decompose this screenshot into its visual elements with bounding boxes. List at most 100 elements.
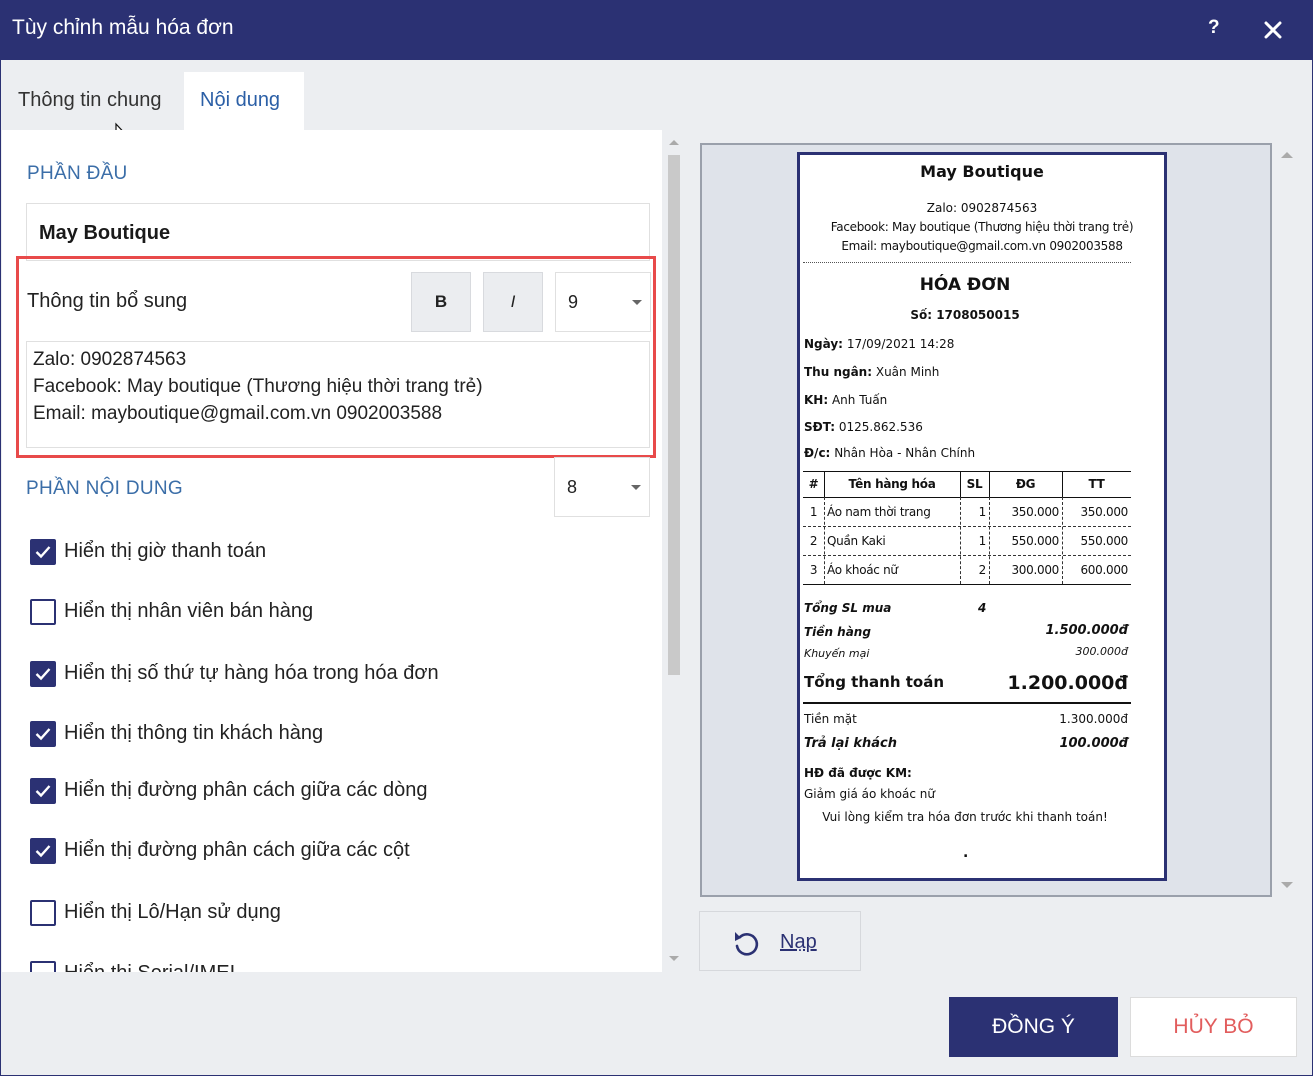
table-cell: 2 bbox=[809, 534, 818, 548]
checkbox-checked-icon[interactable] bbox=[30, 838, 56, 864]
italic-button[interactable]: I bbox=[483, 272, 543, 332]
receipt-address: Đ/c: Nhân Hòa - Nhân Chính bbox=[804, 446, 976, 460]
header-section-title: PHẦN ĐẦU bbox=[27, 163, 128, 184]
scroll-down-icon[interactable] bbox=[1280, 881, 1294, 889]
help-button[interactable]: ? bbox=[1208, 17, 1220, 39]
tab-content[interactable]: Nội dung bbox=[184, 72, 304, 130]
table-cell: 550.000 bbox=[1080, 534, 1128, 548]
table-cell: Quần Kaki bbox=[827, 534, 886, 548]
bold-button[interactable]: B bbox=[411, 272, 471, 332]
option-label: Hiển thị Serial/IMEI bbox=[64, 962, 235, 972]
receipt-cashier: Thu ngân: Xuân Minh bbox=[804, 365, 940, 379]
scroll-up-icon[interactable] bbox=[1280, 151, 1294, 159]
preview-scrollbar[interactable] bbox=[1276, 143, 1298, 897]
receipt-divider bbox=[803, 262, 1131, 263]
receipt-number: Số: 1708050015 bbox=[910, 308, 1020, 322]
extra-info-line: Email: mayboutique@gmail.com.vn 09020035… bbox=[33, 403, 443, 424]
table-cell: 1 bbox=[809, 505, 818, 519]
receipt-footer-note: Vui lòng kiểm tra hóa đơn trước khi than… bbox=[822, 810, 1108, 824]
table-cell: 300.000 bbox=[1011, 563, 1059, 577]
table-header-cell: SL bbox=[966, 477, 983, 491]
checkbox-unchecked-icon[interactable] bbox=[30, 900, 56, 926]
receipt-promo-label: HĐ đã được KM: bbox=[804, 766, 912, 780]
ok-button[interactable]: ĐỒNG Ý bbox=[949, 997, 1118, 1057]
cancel-button[interactable]: HỦY BỎ bbox=[1130, 997, 1297, 1057]
reload-button[interactable]: Nạp bbox=[699, 911, 861, 971]
table-cell: 600.000 bbox=[1080, 563, 1128, 577]
receipt-discount: 300.000đ bbox=[1075, 645, 1128, 658]
close-icon bbox=[1264, 21, 1282, 39]
receipt-goods-label: Tiền hàng bbox=[804, 625, 871, 639]
receipt-total-qty: 4 bbox=[978, 601, 987, 615]
option-label: Hiển thị thông tin khách hàng bbox=[64, 722, 324, 744]
receipt-cash-label: Tiền mặt bbox=[804, 712, 857, 726]
table-cell: 3 bbox=[809, 563, 818, 577]
option-label: Hiển thị Lô/Hạn sử dụng bbox=[64, 901, 281, 923]
checkbox-checked-icon[interactable] bbox=[30, 778, 56, 804]
close-button[interactable] bbox=[1258, 12, 1288, 46]
table-border bbox=[803, 497, 1131, 498]
table-header-cell: # bbox=[808, 477, 819, 491]
checkbox-unchecked-icon[interactable] bbox=[30, 961, 56, 972]
option-label: Hiển thị đường phân cách giữa các dòng bbox=[64, 779, 428, 801]
left-scrollbar[interactable] bbox=[662, 130, 686, 972]
extra-info-label: Thông tin bổ sung bbox=[27, 290, 188, 312]
table-header-cell: ĐG bbox=[1015, 477, 1036, 491]
chevron-down-icon bbox=[632, 300, 642, 305]
receipt-title: HÓA ĐƠN bbox=[919, 275, 1011, 295]
receipt-info-line: Zalo: 0902874563 bbox=[926, 201, 1038, 215]
checkbox-checked-icon[interactable] bbox=[30, 539, 56, 565]
receipt-date: Ngày: 17/09/2021 14:28 bbox=[804, 337, 955, 351]
receipt-end-mark: . bbox=[963, 845, 969, 861]
checkbox-unchecked-icon[interactable] bbox=[30, 599, 56, 625]
receipt-cash: 1.300.000đ bbox=[1059, 712, 1128, 726]
content-font-size-select[interactable]: 8 bbox=[554, 457, 650, 517]
title-bar: Tùy chỉnh mẫu hóa đơn ? bbox=[0, 0, 1313, 60]
receipt-total-qty-label: Tổng SL mua bbox=[804, 601, 892, 615]
option-label: Hiển thị đường phân cách giữa các cột bbox=[64, 839, 410, 861]
chevron-down-icon bbox=[631, 485, 641, 490]
receipt-grand-total: 1.200.000đ bbox=[1007, 672, 1128, 694]
settings-panel: PHẦN ĐẦU May Boutique Thông tin bổ sung … bbox=[2, 130, 662, 972]
row-separator bbox=[803, 555, 1131, 556]
content-section-title: PHẦN NỘI DUNG bbox=[26, 478, 183, 499]
option-label: Hiển thị giờ thanh toán bbox=[64, 540, 267, 562]
receipt-info-line: Email: mayboutique@gmail.com.vn 09020035… bbox=[841, 239, 1123, 253]
checkbox-checked-icon[interactable] bbox=[30, 661, 56, 687]
table-header-cell: Tên hàng hóa bbox=[848, 477, 936, 491]
table-cell: 1 bbox=[978, 534, 987, 548]
table-border bbox=[803, 471, 1131, 472]
scroll-thumb[interactable] bbox=[668, 155, 680, 675]
table-cell: Áo nam thời trang bbox=[827, 505, 931, 519]
receipt-shop-name: May Boutique bbox=[920, 162, 1044, 181]
table-cell: 550.000 bbox=[1011, 534, 1059, 548]
tab-general-info[interactable]: Thông tin chung bbox=[2, 72, 182, 130]
table-cell: Áo khoác nữ bbox=[827, 563, 898, 577]
receipt-promo: Giảm giá áo khoác nữ bbox=[804, 787, 935, 801]
reload-icon bbox=[735, 932, 759, 956]
header-font-size-select[interactable]: 9 bbox=[555, 272, 651, 332]
scroll-down-icon[interactable] bbox=[668, 955, 680, 963]
receipt-change: 100.000đ bbox=[1059, 736, 1128, 751]
extra-info-line: Zalo: 0902874563 bbox=[33, 349, 187, 370]
extra-info-textarea[interactable]: Zalo: 0902874563 Facebook: May boutique … bbox=[26, 341, 650, 448]
table-cell: 2 bbox=[978, 563, 987, 577]
receipt-change-label: Trả lại khách bbox=[804, 736, 897, 751]
column-separator bbox=[824, 497, 825, 584]
extra-info-line: Facebook: May boutique (Thương hiệu thời… bbox=[33, 376, 483, 397]
scroll-up-icon[interactable] bbox=[668, 138, 680, 146]
checkbox-checked-icon[interactable] bbox=[30, 721, 56, 747]
shop-name-field[interactable]: May Boutique bbox=[26, 203, 650, 261]
table-cell: 350.000 bbox=[1080, 505, 1128, 519]
content-font-size-value: 8 bbox=[567, 477, 578, 497]
header-font-size-value: 9 bbox=[568, 292, 579, 312]
receipt-info-line: Facebook: May boutique (Thương hiệu thời… bbox=[830, 220, 1134, 234]
option-label: Hiển thị số thứ tự hàng hóa trong hóa đơ… bbox=[64, 662, 439, 684]
receipt-divider bbox=[803, 702, 1131, 704]
receipt-discount-label: Khuyến mại bbox=[804, 647, 870, 660]
table-cell: 1 bbox=[978, 505, 987, 519]
receipt-customer: KH: Anh Tuấn bbox=[804, 393, 888, 407]
option-label: Hiển thị nhân viên bán hàng bbox=[64, 600, 314, 622]
table-cell: 350.000 bbox=[1011, 505, 1059, 519]
receipt-paper: May Boutique Zalo: 0902874563 Facebook: … bbox=[797, 152, 1167, 881]
